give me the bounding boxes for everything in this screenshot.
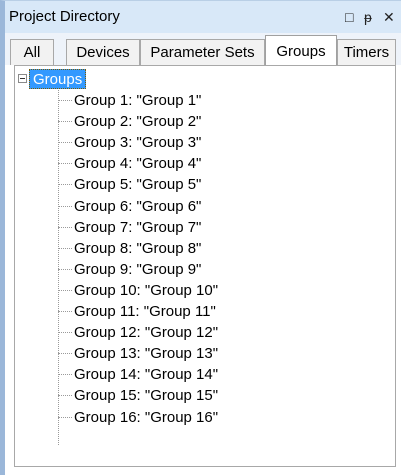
tree-item-label[interactable]: Group 16: "Group 16" — [74, 407, 218, 428]
tree-root-label[interactable]: Groups — [29, 69, 87, 89]
tree-item-label[interactable]: Group 11: "Group 11" — [74, 301, 216, 322]
tree-item-label[interactable]: Group 3: "Group 3" — [74, 132, 201, 153]
tree-item-label[interactable]: Group 10: "Group 10" — [74, 280, 218, 301]
tab-content: Groups Group 1: "Group 1" Group 2: "Group… — [0, 65, 401, 475]
tree-item-label[interactable]: Group 15: "Group 15" — [74, 385, 218, 406]
tree-branch-line — [58, 353, 72, 355]
tree-item-label[interactable]: Group 4: "Group 4" — [74, 153, 201, 174]
tree-branch-line — [58, 311, 72, 312]
tree-branch-line — [58, 395, 72, 397]
tree-item-label[interactable]: Group 1: "Group 1" — [74, 90, 201, 111]
tree-branch-line — [58, 205, 72, 207]
tab-timers[interactable]: Timers — [337, 39, 396, 65]
window-icon[interactable]: □ — [345, 9, 357, 25]
tree-branch-line — [58, 332, 72, 334]
tree-item-label[interactable]: Group 7: "Group 7" — [74, 217, 201, 238]
tree-item-label[interactable]: Group 13: "Group 13" — [74, 343, 218, 364]
tree-item-label[interactable]: Group 8: "Group 8" — [74, 238, 201, 259]
pin-icon[interactable]: ᵽ — [364, 9, 376, 25]
tree-branch-line — [58, 416, 72, 418]
tree-branch-line — [58, 121, 72, 123]
tree-branch-line — [58, 163, 72, 165]
project-directory-panel: Project Directory □ ᵽ ✕ All Devices Para… — [0, 0, 401, 475]
groups-tree[interactable]: Groups Group 1: "Group 1" Group 2: "Group… — [14, 65, 396, 467]
tree-item-label[interactable]: Group 9: "Group 9" — [74, 259, 201, 280]
tree-item-label[interactable]: Group 12: "Group 12" — [74, 322, 218, 343]
panel-titlebar[interactable]: Project Directory □ ᵽ ✕ — [0, 0, 401, 33]
tab-all[interactable]: All — [10, 39, 54, 65]
tab-devices[interactable]: Devices — [66, 39, 140, 65]
tree-item-label[interactable]: Group 6: "Group 6" — [74, 196, 201, 217]
tree-branch-line — [58, 226, 72, 228]
tree-branch-line — [58, 289, 72, 291]
tree-item-label[interactable]: Group 14: "Group 14" — [74, 364, 218, 385]
tab-groups[interactable]: Groups — [265, 35, 337, 66]
collapse-icon[interactable] — [18, 74, 27, 83]
titlebar-buttons: □ ᵽ ✕ — [345, 9, 395, 25]
tree-item-label[interactable]: Group 2: "Group 2" — [74, 111, 201, 132]
tab-strip: All Devices Parameter Sets Groups Timers — [0, 33, 401, 66]
tree-branch-line — [58, 184, 72, 186]
close-icon[interactable]: ✕ — [383, 9, 395, 25]
panel-title: Project Directory — [9, 8, 120, 25]
tree-branch-line — [58, 142, 72, 144]
tree-item-label[interactable]: Group 5: "Group 5" — [74, 174, 201, 195]
tree-connector-line — [58, 90, 59, 445]
tree-branch-line — [58, 247, 72, 249]
tree-branch-line — [58, 374, 72, 376]
tree-branch-line — [58, 100, 72, 101]
tab-parameter-sets[interactable]: Parameter Sets — [140, 39, 265, 65]
tree-branch-line — [58, 268, 72, 270]
